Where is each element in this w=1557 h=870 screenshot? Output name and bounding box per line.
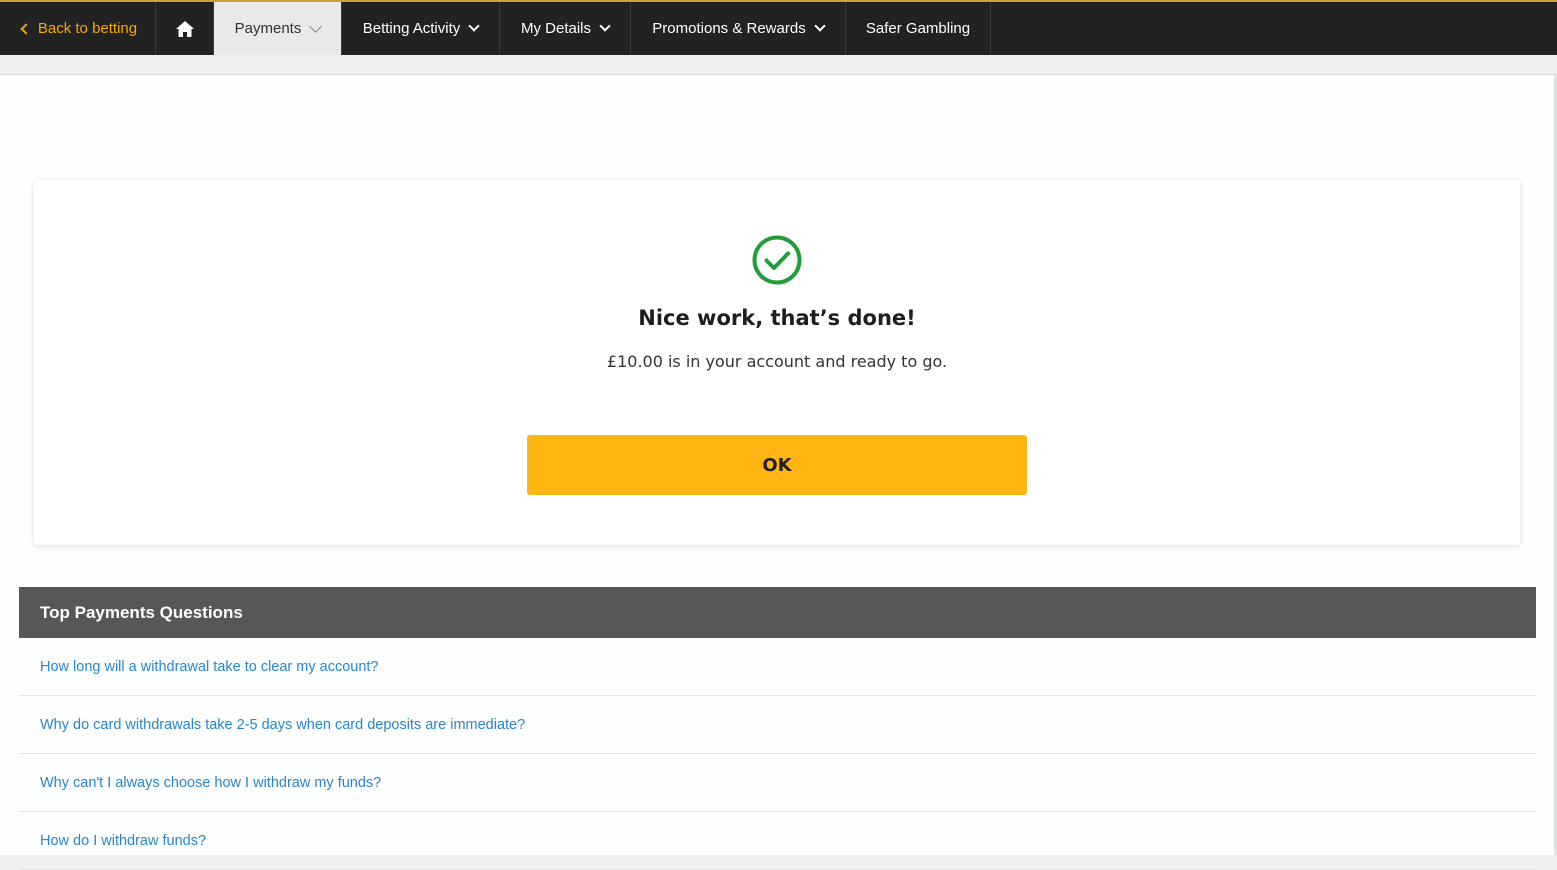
faq-link[interactable]: Why do card withdrawals take 2-5 days wh… xyxy=(19,696,1536,754)
home-icon xyxy=(175,20,194,37)
faq-section-title: Top Payments Questions xyxy=(19,587,1536,638)
tab-payments-label: Payments xyxy=(234,20,302,37)
tab-betting-activity-label: Betting Activity xyxy=(362,20,461,37)
tab-payments[interactable]: Payments xyxy=(214,2,342,55)
tab-my-details[interactable]: My Details xyxy=(500,2,631,55)
confirmation-message: £10.00 is in your account and ready to g… xyxy=(606,352,948,371)
tab-promotions-rewards-label: Promotions & Rewards xyxy=(652,20,806,37)
back-to-betting-link[interactable]: Back to betting xyxy=(0,2,156,55)
home-button[interactable] xyxy=(156,2,214,55)
confirmation-card: Nice work, that’s done! £10.00 is in you… xyxy=(34,180,1520,545)
faq-link[interactable]: How do I withdraw funds? xyxy=(19,812,1536,870)
faq-list: How long will a withdrawal take to clear… xyxy=(19,638,1536,870)
tab-safer-gambling-label: Safer Gambling xyxy=(865,20,971,37)
faq-link[interactable]: How long will a withdrawal take to clear… xyxy=(19,638,1536,696)
tab-betting-activity[interactable]: Betting Activity xyxy=(342,2,500,55)
back-to-betting-label: Back to betting xyxy=(37,20,138,37)
top-navigation: Back to betting Payments Betting Activit… xyxy=(0,0,1557,55)
chevron-left-icon xyxy=(20,22,32,35)
tab-promotions-rewards[interactable]: Promotions & Rewards xyxy=(631,2,846,55)
chevron-down-icon xyxy=(468,20,480,32)
faq-link[interactable]: Why can't I always choose how I withdraw… xyxy=(19,754,1536,812)
tab-safer-gambling[interactable]: Safer Gambling xyxy=(846,2,991,55)
confirmation-title: Nice work, that’s done! xyxy=(638,306,916,330)
ok-button[interactable]: OK xyxy=(527,435,1027,495)
chevron-down-icon xyxy=(599,20,611,32)
chevron-down-icon xyxy=(309,19,323,33)
tab-my-details-label: My Details xyxy=(520,20,591,37)
chevron-down-icon xyxy=(814,20,826,32)
check-circle-icon xyxy=(752,235,802,285)
